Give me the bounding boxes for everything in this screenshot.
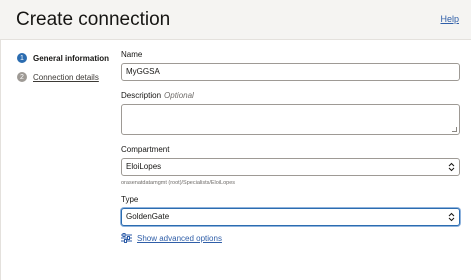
step-number-2: 2 [17, 72, 27, 82]
step-connection-details[interactable]: 2 Connection details [17, 70, 109, 84]
step-label-general-information: General information [33, 53, 110, 63]
up-down-chevron-icon [448, 212, 455, 222]
step-label-connection-details[interactable]: Connection details [33, 73, 99, 82]
type-label: Type [121, 195, 139, 204]
show-advanced-options-link[interactable]: Show advanced options [137, 234, 222, 243]
name-input[interactable]: MyGGSA [121, 63, 460, 81]
sliders-icon [121, 233, 132, 243]
description-label-text: Description [121, 91, 162, 100]
up-down-chevron-icon [448, 162, 455, 172]
step-number-1: 1 [17, 53, 27, 63]
type-value: GoldenGate [126, 212, 170, 221]
page-title: Create connection [16, 9, 171, 30]
left-divider [0, 40, 1, 280]
dialog-header: Create connection Help [0, 0, 471, 40]
compartment-path: orasenatdatamgmt (root)/Specialists/Eloi… [121, 180, 236, 186]
wizard-steps: 1 General information 2 Connection detai… [17, 51, 109, 89]
description-label: Description Optional [121, 91, 460, 101]
compartment-label: Compartment [121, 145, 170, 154]
optional-tag: Optional [164, 91, 194, 100]
resize-handle-icon[interactable] [452, 127, 457, 132]
description-textarea[interactable] [121, 104, 460, 135]
help-link[interactable]: Help [440, 14, 459, 24]
name-label: Name [121, 50, 143, 59]
type-select[interactable]: GoldenGate [121, 208, 460, 226]
step-general-information[interactable]: 1 General information [17, 51, 109, 65]
compartment-value: EloiLopes [126, 162, 162, 171]
show-advanced-options[interactable]: Show advanced options [121, 233, 460, 243]
general-information-form: Name MyGGSA Description Optional Compartm… [121, 50, 460, 243]
compartment-select[interactable]: EloiLopes [121, 158, 460, 176]
